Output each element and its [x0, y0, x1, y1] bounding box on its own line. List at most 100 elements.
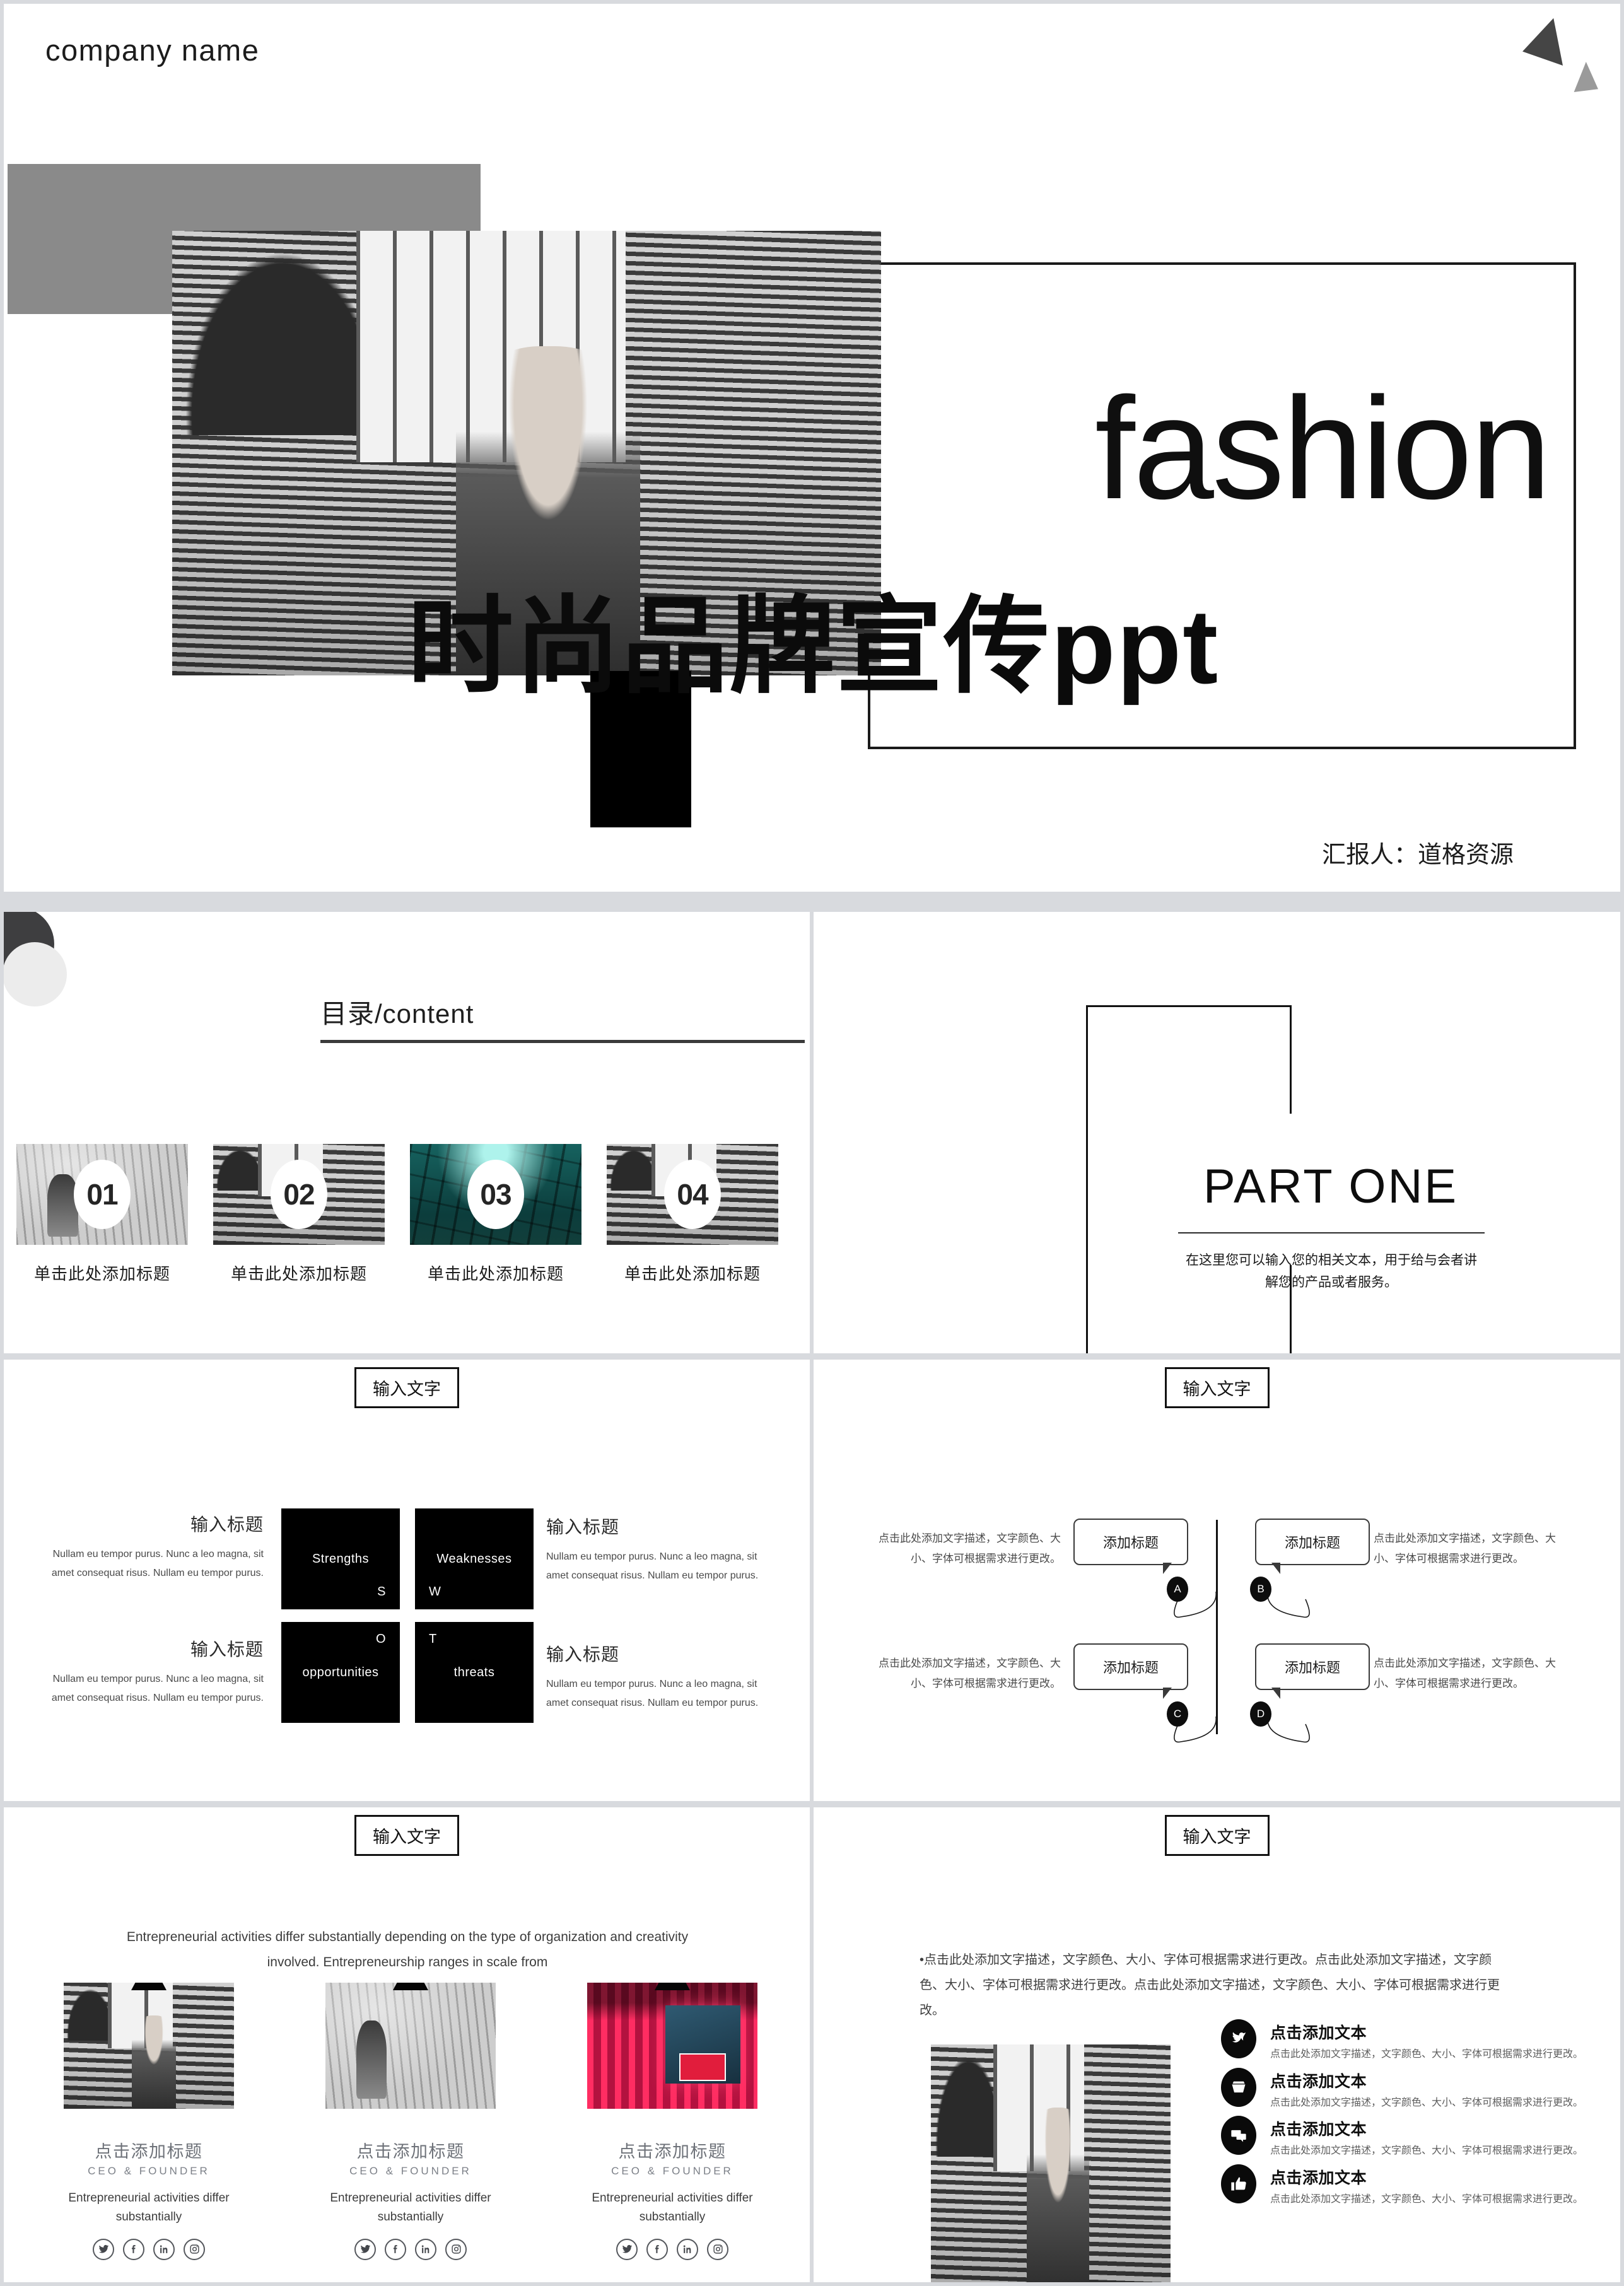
- slide-swot: 输入文字 输入标题 Nullam eu tempor purus. Nunc a…: [4, 1360, 810, 1801]
- inbox-icon: [1221, 2067, 1256, 2107]
- swot-cell-strengths[interactable]: Strengths S: [281, 1508, 400, 1609]
- team-card-3[interactable]: 点击添加标题 CEO & FOUNDER Entrepreneurial act…: [578, 1983, 767, 2260]
- twitter-icon[interactable]: [93, 2238, 114, 2260]
- section-description: 在这里您可以输入您的相关文本，用于给与会者讲解您的产品或者服务。: [1186, 1253, 1477, 1290]
- content-item-caption: 单击此处添加标题: [33, 1264, 170, 1283]
- content-thumb-image: 04: [607, 1144, 778, 1245]
- presentation-deck: company name fashion 时尚品牌宣传ppt 汇报人：道格资源 …: [0, 0, 1624, 2286]
- social-row: [578, 2238, 767, 2260]
- team-member-name: 点击添加标题: [95, 2142, 203, 2161]
- swot-text-bottom-left: 输入标题 Nullam eu tempor purus. Nunc a leo …: [37, 1636, 264, 1708]
- list-item[interactable]: 点击添加文本 点击此处添加文字描述，文字颜色、大小、字体可根据需求进行更改。: [1221, 2116, 1587, 2161]
- team-lead-text: Entrepreneurial activities differ substa…: [126, 1930, 689, 1969]
- bubble-d[interactable]: 添加标题: [1255, 1643, 1370, 1699]
- list-item[interactable]: 点击添加文本 点击此处添加文字描述，文字颜色、大小、字体可根据需求进行更改。: [1221, 2067, 1587, 2113]
- linkedin-icon[interactable]: [153, 2238, 175, 2260]
- swot-cell-mark: W: [429, 1585, 441, 1599]
- bubble-desc-c: 点击此处添加文字描述，文字颜色、大小、字体可根据需求进行更改。: [879, 1657, 1061, 1690]
- content-heading-rule: [320, 1040, 805, 1043]
- list-item-desc: 点击此处添加文字描述，文字颜色、大小、字体可根据需求进行更改。: [1270, 2145, 1584, 2157]
- bubble-b[interactable]: 添加标题: [1255, 1519, 1370, 1574]
- content-thumb-image: 01: [16, 1144, 188, 1245]
- list-lead-text: •点击此处添加文字描述，文字颜色、大小、字体可根据需求进行更改。点击此处添加文字…: [920, 1953, 1500, 2017]
- slide-section-divider: PART ONE 在这里您可以输入您的相关文本，用于给与会者讲解您的产品或者服务…: [814, 912, 1620, 1353]
- content-number-badge: 03: [467, 1160, 524, 1229]
- bubble-desc-b: 点击此处添加文字描述，文字颜色、大小、字体可根据需求进行更改。: [1374, 1532, 1556, 1565]
- social-row: [54, 2238, 243, 2260]
- facebook-icon[interactable]: [646, 2238, 668, 2260]
- linkedin-icon[interactable]: [677, 2238, 698, 2260]
- list-item-desc: 点击此处添加文字描述，文字颜色、大小、字体可根据需求进行更改。: [1270, 2097, 1584, 2108]
- content-item-caption: 单击此处添加标题: [624, 1264, 761, 1283]
- team-member-desc: Entrepreneurial activities differ substa…: [592, 2191, 753, 2224]
- team-card-row: 点击添加标题 CEO & FOUNDER Entrepreneurial act…: [54, 1983, 767, 2260]
- content-number-badge: 02: [271, 1160, 327, 1229]
- fashion-wordmark: fashion: [1095, 367, 1551, 529]
- social-row: [316, 2238, 505, 2260]
- swot-matrix: Strengths S Weaknesses W opportunities O…: [281, 1508, 534, 1723]
- section-rule: [1178, 1232, 1485, 1233]
- swot-cell-name: opportunities: [302, 1665, 379, 1679]
- list-item[interactable]: 点击添加文本 点击此处添加文字描述，文字颜色、大小、字体可根据需求进行更改。: [1221, 2164, 1587, 2209]
- triangle-pointer-icon: [655, 1983, 690, 1990]
- center-spine-line: [1216, 1520, 1218, 1734]
- bird-icon: [1221, 2019, 1256, 2058]
- slide-header-box: 输入文字: [1164, 1367, 1270, 1408]
- swot-cell-opportunities[interactable]: opportunities O: [281, 1622, 400, 1723]
- swot-text-top-right: 输入标题 Nullam eu tempor purus. Nunc a leo …: [546, 1513, 773, 1586]
- swot-cell-threats[interactable]: threats T: [415, 1622, 534, 1723]
- team-card-1[interactable]: 点击添加标题 CEO & FOUNDER Entrepreneurial act…: [54, 1983, 243, 2260]
- bubble-label: 添加标题: [1102, 1535, 1159, 1551]
- instagram-icon[interactable]: [707, 2238, 728, 2260]
- slide-cover: company name fashion 时尚品牌宣传ppt 汇报人：道格资源: [4, 4, 1620, 892]
- swot-text-desc: Nullam eu tempor purus. Nunc a leo magna…: [546, 1679, 759, 1709]
- team-card-2[interactable]: 点击添加标题 CEO & FOUNDER Entrepreneurial act…: [316, 1983, 505, 2260]
- slide-bubble-diagram: 输入文字 添加标题 添加标题 添加标题 添加标题 A B C D 点击此处添加文…: [814, 1360, 1620, 1801]
- content-item-04[interactable]: 04 单击此处添加标题: [607, 1144, 778, 1285]
- swot-cell-weaknesses[interactable]: Weaknesses W: [415, 1508, 534, 1609]
- swot-text-desc: Nullam eu tempor purus. Nunc a leo magna…: [51, 1674, 264, 1704]
- list-item-title: 点击添加文本: [1270, 2072, 1367, 2091]
- bubble-desc-d: 点击此处添加文字描述，文字颜色、大小、字体可根据需求进行更改。: [1374, 1657, 1556, 1690]
- slide-icon-list: 输入文字 •点击此处添加文字描述，文字颜色、大小、字体可根据需求进行更改。点击此…: [814, 1807, 1620, 2282]
- instagram-icon[interactable]: [184, 2238, 205, 2260]
- twitter-icon[interactable]: [354, 2238, 376, 2260]
- triangle-dark-icon: [1522, 18, 1563, 66]
- team-member-role: CEO & FOUNDER: [349, 2165, 472, 2177]
- list-item-title: 点击添加文本: [1270, 2121, 1367, 2139]
- bubble-label: 添加标题: [1102, 1660, 1159, 1676]
- slide-header-box: 输入文字: [1164, 1815, 1270, 1856]
- linkedin-icon[interactable]: [415, 2238, 436, 2260]
- team-photo: [325, 1983, 496, 2109]
- bubble-a[interactable]: 添加标题: [1073, 1519, 1188, 1574]
- team-member-role: CEO & FOUNDER: [611, 2165, 733, 2177]
- content-heading-group: 目录/content: [320, 993, 805, 1043]
- bubble-c[interactable]: 添加标题: [1073, 1643, 1188, 1699]
- list-item[interactable]: 点击添加文本 点击此处添加文字描述，文字颜色、大小、字体可根据需求进行更改。: [1221, 2019, 1587, 2064]
- facebook-icon[interactable]: [385, 2238, 406, 2260]
- swot-text-top-left: 输入标题 Nullam eu tempor purus. Nunc a leo …: [37, 1511, 264, 1583]
- cover-chinese-title: 时尚品牌宣传ppt: [407, 587, 1220, 706]
- node-marker-b: B: [1250, 1577, 1271, 1602]
- chat-icon: [1221, 2116, 1256, 2155]
- content-number-badge: 01: [74, 1160, 131, 1229]
- team-member-desc: Entrepreneurial activities differ substa…: [330, 2191, 491, 2224]
- list-item-desc: 点击此处添加文字描述，文字颜色、大小、字体可根据需求进行更改。: [1270, 2193, 1584, 2205]
- slide-header-box: 输入文字: [354, 1367, 459, 1408]
- list-item-title: 点击添加文本: [1270, 2169, 1367, 2187]
- content-thumb-image: 03: [410, 1144, 581, 1245]
- instagram-icon[interactable]: [445, 2238, 467, 2260]
- team-member-name: 点击添加标题: [356, 2142, 465, 2161]
- facebook-icon[interactable]: [123, 2238, 144, 2260]
- swot-text-title: 输入标题: [190, 1515, 264, 1534]
- content-item-03[interactable]: 03 单击此处添加标题: [410, 1144, 581, 1285]
- content-item-02[interactable]: 02 单击此处添加标题: [213, 1144, 385, 1285]
- content-item-01[interactable]: 01 单击此处添加标题: [16, 1144, 188, 1285]
- bubble-desc-a: 点击此处添加文字描述，文字颜色、大小、字体可根据需求进行更改。: [879, 1532, 1061, 1565]
- twitter-icon[interactable]: [616, 2238, 638, 2260]
- content-heading: 目录/content: [320, 999, 474, 1029]
- content-number-badge: 04: [664, 1160, 721, 1229]
- team-photo: [587, 1983, 757, 2109]
- swot-cell-name: Weaknesses: [436, 1551, 512, 1566]
- slide-table-of-contents: 目录/content 01 单击此处添加标题 02 单击此处添加标题 03 单击…: [4, 912, 810, 1353]
